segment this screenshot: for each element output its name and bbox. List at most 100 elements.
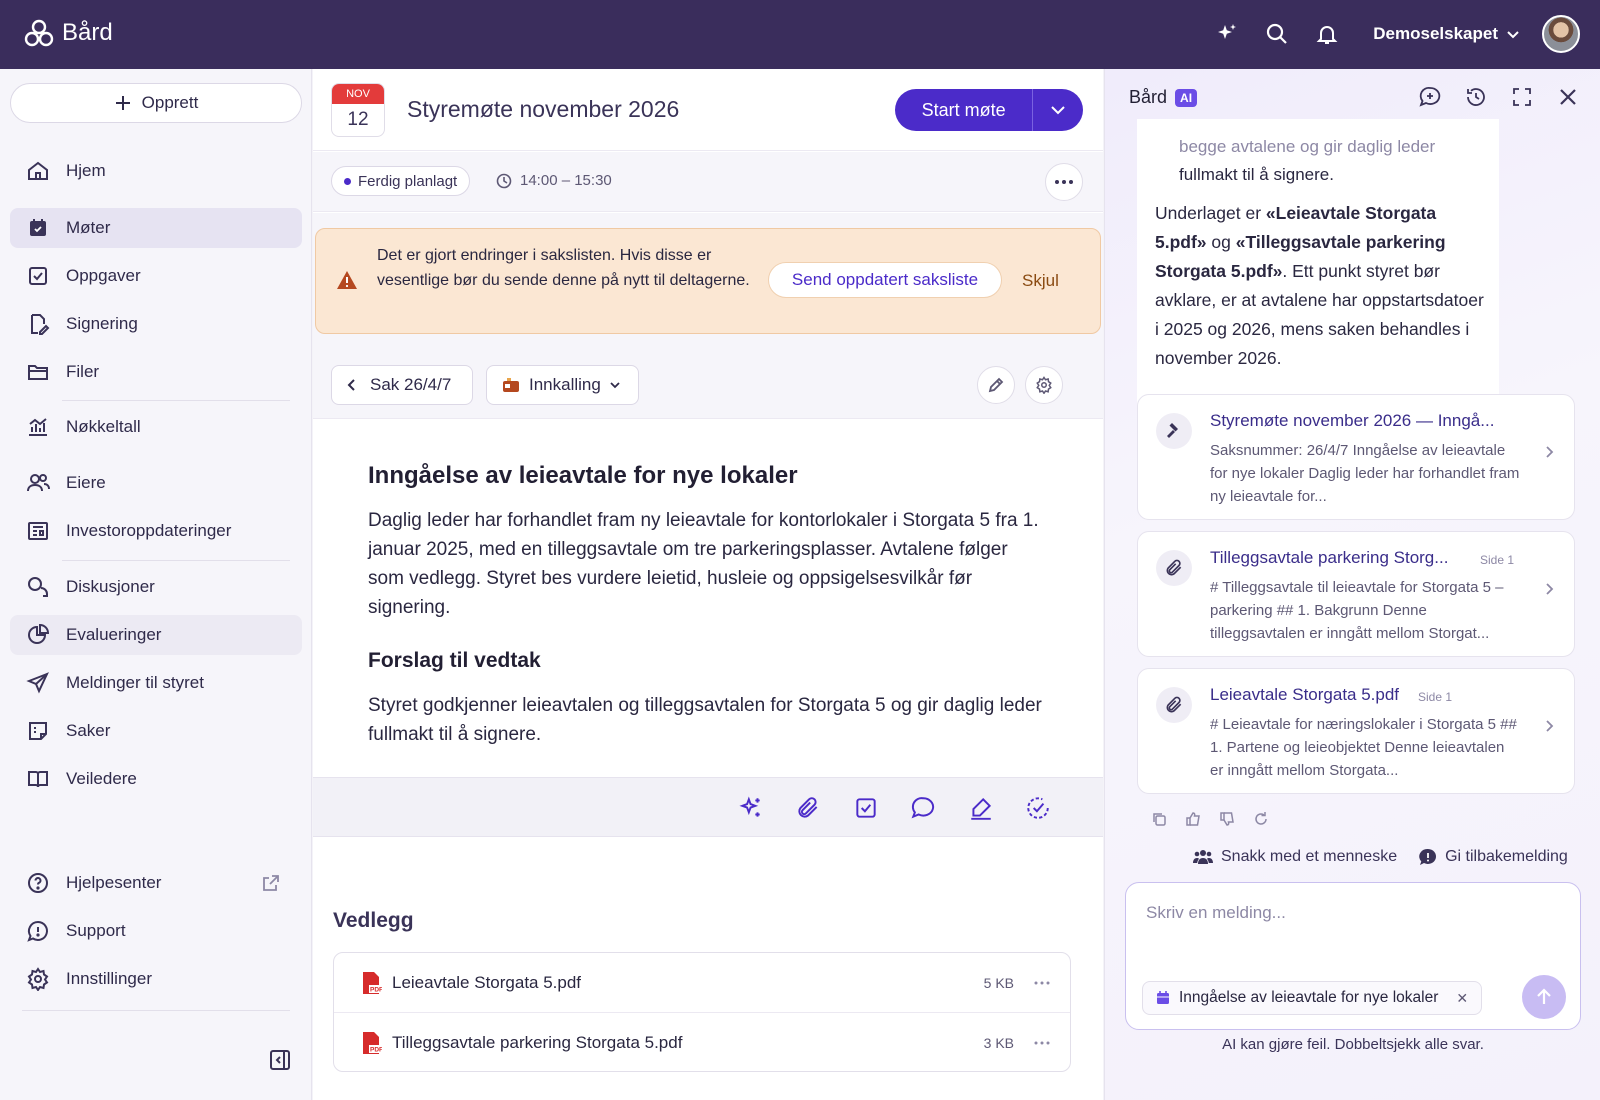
sidebar-item-evalueringer[interactable]: Evalueringer xyxy=(10,615,302,655)
sidebar: Opprett Hjem Møter Oppgaver Signering Fi… xyxy=(0,69,312,1100)
attachment-row[interactable]: PDF Leieavtale Storgata 5.pdf 5 KB xyxy=(334,953,1070,1013)
sidebar-item-label: Hjelpesenter xyxy=(66,873,162,892)
paperclip-icon[interactable] xyxy=(795,795,821,821)
settings-button[interactable] xyxy=(1025,366,1063,404)
mailbox-icon xyxy=(503,378,519,392)
sidebar-item-hjem[interactable]: Hjem xyxy=(10,151,302,191)
sidebar-item-signering[interactable]: Signering xyxy=(10,304,302,344)
ai-panel-header: Bård AI xyxy=(1129,87,1198,108)
plus-icon xyxy=(115,96,130,110)
source-snippet: Saksnummer: 26/4/7 Inngåelse av leieavta… xyxy=(1210,442,1520,505)
feedback-link[interactable]: Gi tilbakemelding xyxy=(1419,848,1568,866)
regenerate-icon[interactable] xyxy=(1253,811,1269,827)
chart-icon xyxy=(26,415,50,439)
app-logo[interactable]: Bård xyxy=(24,18,113,48)
sparkle-ai-icon[interactable] xyxy=(738,795,764,821)
expand-icon[interactable] xyxy=(1510,85,1534,109)
create-label: Opprett xyxy=(141,93,199,112)
chevron-left-icon xyxy=(347,379,355,391)
create-button[interactable]: Opprett xyxy=(10,83,302,123)
calendar-icon xyxy=(26,216,50,240)
sidebar-item-nokkeltall[interactable]: Nøkkeltall xyxy=(10,407,302,447)
source-title: Leieavtale Storgata 5.pdf xyxy=(1210,685,1400,704)
start-meeting-button[interactable]: Start møte xyxy=(895,89,1083,131)
help-circle-icon xyxy=(26,871,50,895)
hide-warning-button[interactable]: Skjul xyxy=(1022,271,1059,291)
sidebar-item-moter[interactable]: Møter xyxy=(10,208,302,248)
status-badge[interactable]: Ferdig planlagt xyxy=(331,166,471,196)
company-switcher[interactable]: Demoselskapet xyxy=(1373,24,1520,44)
home-icon xyxy=(26,159,50,183)
pdf-file-icon: PDF xyxy=(363,1031,382,1054)
book-icon xyxy=(26,767,50,791)
case-back-button[interactable]: Sak 26/4/7 xyxy=(331,365,473,405)
context-chip-label: Inngåelse av leieavtale for nye lokaler xyxy=(1179,989,1439,1006)
task-checkbox-icon[interactable] xyxy=(853,795,879,821)
context-chip[interactable]: Inngåelse av leieavtale for nye lokaler … xyxy=(1142,981,1482,1015)
sidebar-item-label: Hjem xyxy=(66,161,106,180)
chevron-down-icon xyxy=(610,382,620,389)
arrow-up-icon xyxy=(1537,988,1551,1004)
more-options-button[interactable] xyxy=(1045,163,1083,201)
send-message-button[interactable] xyxy=(1522,975,1566,1019)
sidebar-item-veiledere[interactable]: Veiledere xyxy=(10,759,302,799)
sidebar-item-meldinger[interactable]: Meldinger til styret xyxy=(10,663,302,703)
close-icon[interactable]: ✕ xyxy=(1456,990,1468,1007)
chevron-down-icon[interactable] xyxy=(1033,101,1083,119)
source-card[interactable]: Styremøte november 2026 — Inngå... Saksn… xyxy=(1137,394,1575,520)
sidebar-item-saker[interactable]: Saker xyxy=(10,711,302,751)
feedback-icon xyxy=(1419,848,1437,865)
history-icon[interactable] xyxy=(1464,85,1488,109)
close-icon[interactable] xyxy=(1556,85,1580,109)
sidebar-divider xyxy=(62,400,290,401)
sidebar-item-eiere[interactable]: Eiere xyxy=(10,463,302,503)
copy-icon[interactable] xyxy=(1151,811,1167,827)
sidebar-item-label: Investoroppdateringer xyxy=(66,521,232,540)
search-icon[interactable] xyxy=(1265,22,1289,46)
sidebar-item-hjelpesenter[interactable]: Hjelpesenter xyxy=(10,863,302,903)
ai-answer-text: Underlaget er «Leieavtale Storgata 5.pdf… xyxy=(1155,203,1484,368)
more-horizontal-icon[interactable] xyxy=(1034,981,1052,985)
source-snippet: # Leieavtale for næringslokaler i Storga… xyxy=(1210,716,1517,779)
app-name: Bård xyxy=(62,19,113,46)
sidebar-item-filer[interactable]: Filer xyxy=(10,352,302,392)
source-card[interactable]: Tilleggsavtale parkering Storg... Side 1… xyxy=(1137,531,1575,657)
chat-bubbles-icon xyxy=(26,575,50,599)
send-updated-agenda-button[interactable]: Send oppdatert saksliste xyxy=(768,262,1002,298)
sidebar-item-diskusjoner[interactable]: Diskusjoner xyxy=(10,567,302,607)
new-chat-icon[interactable] xyxy=(1418,85,1442,109)
warning-text: Det er gjort endringer i sakslisten. Hvi… xyxy=(377,247,750,289)
user-avatar[interactable] xyxy=(1542,15,1580,53)
more-horizontal-icon[interactable] xyxy=(1034,1041,1052,1045)
gavel-icon xyxy=(1156,413,1192,449)
chevron-right-icon xyxy=(1542,445,1556,459)
sidebar-item-investoroppdateringer[interactable]: Investoroppdateringer xyxy=(10,511,302,551)
highlighter-icon[interactable] xyxy=(968,795,994,821)
source-page: Side 1 xyxy=(1418,690,1453,704)
message-input[interactable]: Skriv en melding... xyxy=(1146,903,1286,923)
comment-icon[interactable] xyxy=(910,795,936,821)
warning-triangle-icon xyxy=(336,269,358,291)
thumbs-down-icon[interactable] xyxy=(1219,811,1235,827)
attachment-size: 3 KB xyxy=(983,1034,1014,1051)
attachment-row[interactable]: PDF Tilleggsavtale parkering Storgata 5.… xyxy=(334,1013,1070,1072)
collapse-sidebar-icon[interactable] xyxy=(268,1048,292,1072)
innkalling-dropdown[interactable]: Innkalling xyxy=(486,365,639,405)
sparkle-ai-icon[interactable] xyxy=(1215,22,1239,46)
external-link-icon xyxy=(262,874,280,892)
sidebar-item-oppgaver[interactable]: Oppgaver xyxy=(10,256,302,296)
sidebar-item-innstillinger[interactable]: Innstillinger xyxy=(10,959,302,999)
gear-icon xyxy=(1036,376,1052,394)
edit-button[interactable] xyxy=(977,366,1015,404)
signature-icon xyxy=(26,312,50,336)
svg-text:PDF: PDF xyxy=(370,1046,382,1053)
source-card[interactable]: Leieavtale Storgata 5.pdf Side 1 # Leiea… xyxy=(1137,668,1575,794)
circle-check-icon[interactable] xyxy=(1025,795,1051,821)
sidebar-item-support[interactable]: Support xyxy=(10,911,302,951)
thumbs-up-icon[interactable] xyxy=(1185,811,1201,827)
talk-to-human-link[interactable]: Snakk med et menneske xyxy=(1193,848,1397,866)
source-title: Styremøte november 2026 — Inngå... xyxy=(1210,411,1495,430)
bell-icon[interactable] xyxy=(1315,22,1339,46)
warning-banner: Det er gjort endringer i sakslisten. Hvi… xyxy=(315,228,1101,334)
paperclip-icon xyxy=(1156,550,1192,586)
